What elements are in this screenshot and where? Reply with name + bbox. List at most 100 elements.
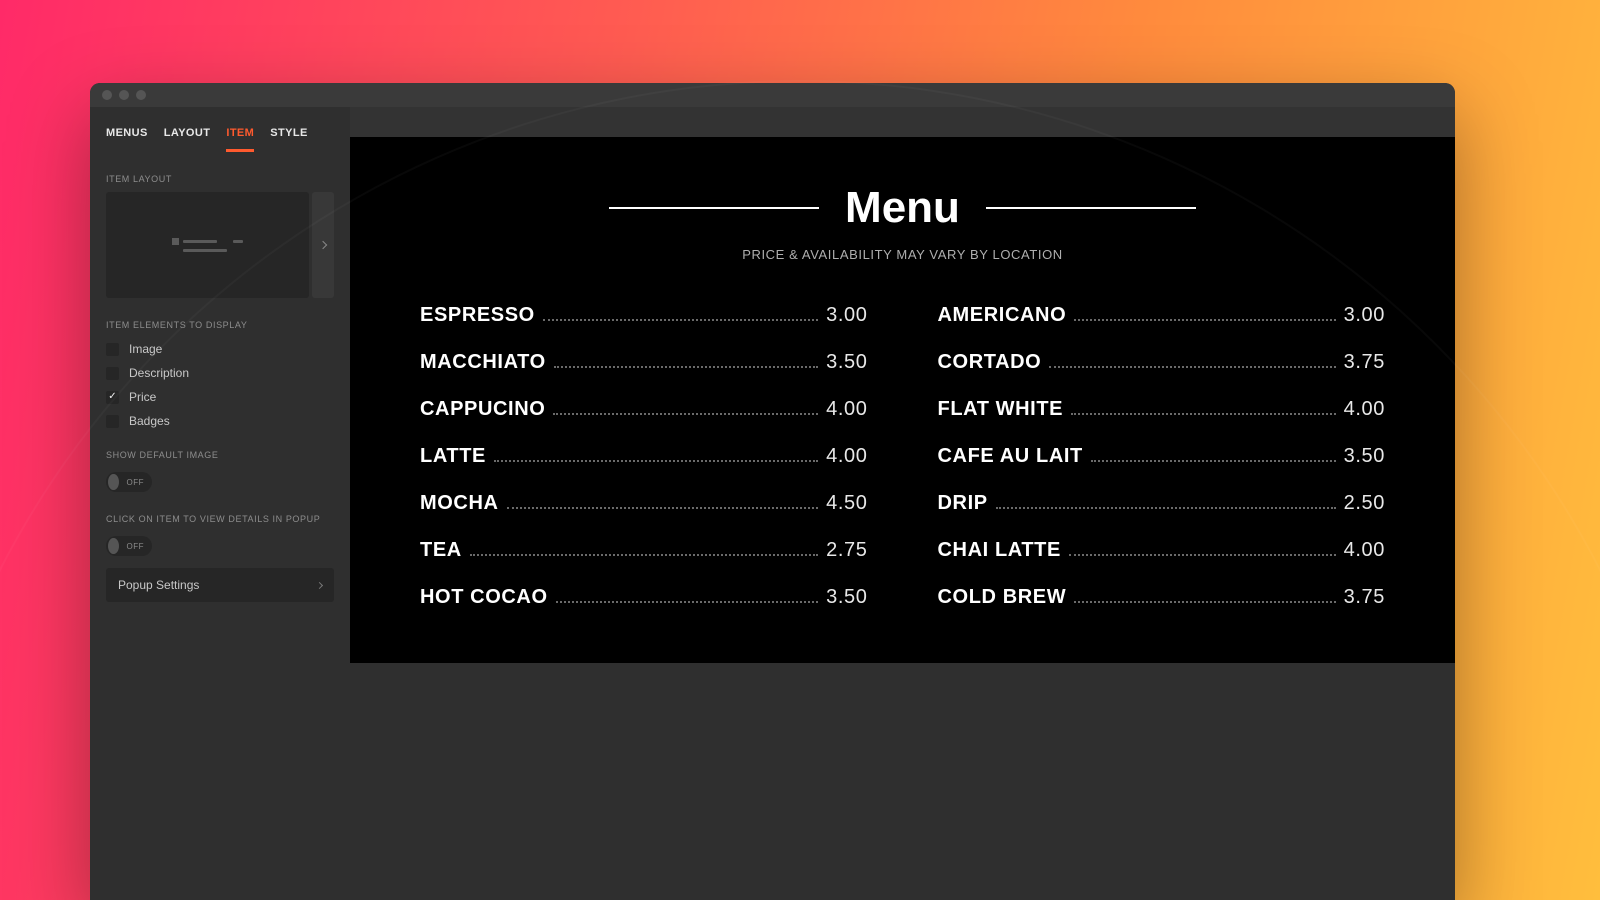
chevron-right-icon bbox=[319, 241, 327, 249]
tab-item[interactable]: ITEM bbox=[226, 127, 254, 152]
traffic-light-zoom[interactable] bbox=[136, 90, 146, 100]
menu-item-price: 4.00 bbox=[826, 445, 867, 468]
menu-item-price: 3.00 bbox=[826, 304, 867, 327]
tab-style[interactable]: STYLE bbox=[270, 127, 307, 152]
window-titlebar bbox=[90, 83, 1455, 107]
menu-item-name: HOT COCAO bbox=[420, 586, 548, 609]
menu-item[interactable]: MACCHIATO3.50 bbox=[420, 351, 868, 374]
menu-item[interactable]: HOT COCAO3.50 bbox=[420, 586, 868, 609]
preview-toolbar bbox=[350, 107, 1455, 137]
menu-item-dots bbox=[543, 319, 818, 321]
menu-item[interactable]: ESPRESSO 3.00 bbox=[420, 304, 868, 327]
menu-item[interactable]: FLAT WHITE 4.00 bbox=[938, 398, 1386, 421]
menu-item-dots bbox=[556, 601, 819, 603]
menu-item[interactable]: CORTADO 3.75 bbox=[938, 351, 1386, 374]
toggle-state-label: OFF bbox=[127, 478, 145, 487]
item-layout-picker bbox=[90, 192, 350, 298]
item-layout-option[interactable] bbox=[106, 192, 309, 298]
window-body: MENUS LAYOUT ITEM STYLE ITEM LAYOUT bbox=[90, 107, 1455, 900]
title-rule-left bbox=[609, 207, 819, 209]
menu-item-price: 3.75 bbox=[1344, 586, 1385, 609]
menu-item-price: 3.00 bbox=[1344, 304, 1385, 327]
checkbox-label: Price bbox=[129, 390, 156, 404]
section-label-default-image: SHOW DEFAULT IMAGE bbox=[90, 428, 350, 468]
checkbox-box-checked: ✓ bbox=[106, 391, 119, 404]
chevron-right-icon bbox=[316, 581, 323, 588]
popup-settings-label: Popup Settings bbox=[118, 578, 199, 592]
toggle-state-label: OFF bbox=[127, 542, 145, 551]
layout-thumbnail bbox=[172, 238, 244, 252]
menu-item-name: CAFE AU LAIT bbox=[938, 445, 1083, 468]
tab-layout[interactable]: LAYOUT bbox=[164, 127, 211, 152]
menu-item[interactable]: CAFE AU LAIT 3.50 bbox=[938, 445, 1386, 468]
tab-menus[interactable]: MENUS bbox=[106, 127, 148, 152]
menu-item-name: MOCHA bbox=[420, 492, 499, 515]
menu-item[interactable]: LATTE 4.00 bbox=[420, 445, 868, 468]
menu-columns: ESPRESSO3.00MACCHIATO3.50CAPPUCINO4.00LA… bbox=[410, 304, 1395, 609]
traffic-light-close[interactable] bbox=[102, 90, 112, 100]
menu-item[interactable]: CHAI LATTE4.00 bbox=[938, 539, 1386, 562]
menu-item[interactable]: AMERICANO 3.00 bbox=[938, 304, 1386, 327]
menu-item[interactable]: MOCHA 4.50 bbox=[420, 492, 868, 515]
checkbox-price[interactable]: ✓ Price bbox=[106, 390, 334, 404]
toggle-popup[interactable]: OFF bbox=[106, 536, 152, 556]
traffic-light-minimize[interactable] bbox=[119, 90, 129, 100]
menu-item-price: 4.00 bbox=[826, 398, 867, 421]
element-checkboxes: Image Description ✓ Price Badges bbox=[90, 338, 350, 428]
menu-column-right: AMERICANO 3.00 CORTADO 3.75 FLAT WHITE 4.00 CA… bbox=[938, 304, 1386, 609]
section-label-item-layout: ITEM LAYOUT bbox=[90, 152, 350, 192]
checkbox-label: Description bbox=[129, 366, 189, 380]
popup-settings-row[interactable]: Popup Settings bbox=[106, 568, 334, 602]
menu-item-name: CORTADO bbox=[938, 351, 1042, 374]
menu-item-dots bbox=[1069, 554, 1336, 556]
menu-item-name: LATTE bbox=[420, 445, 486, 468]
menu-item-name: FLAT WHITE bbox=[938, 398, 1064, 421]
menu-column-left: ESPRESSO3.00MACCHIATO3.50CAPPUCINO4.00LA… bbox=[420, 304, 868, 609]
checkbox-description[interactable]: Description bbox=[106, 366, 334, 380]
menu-item[interactable]: CAPPUCINO 4.00 bbox=[420, 398, 868, 421]
settings-sidebar: MENUS LAYOUT ITEM STYLE ITEM LAYOUT bbox=[90, 107, 350, 900]
menu-item-dots bbox=[996, 507, 1336, 509]
menu-item-dots bbox=[494, 460, 818, 462]
preview-spacer bbox=[350, 663, 1455, 900]
menu-subtitle: PRICE & AVAILABILITY MAY VARY BY LOCATIO… bbox=[410, 247, 1395, 262]
menu-item[interactable]: DRIP2.50 bbox=[938, 492, 1386, 515]
menu-item-name: AMERICANO bbox=[938, 304, 1067, 327]
menu-item-price: 2.75 bbox=[826, 539, 867, 562]
menu-item-price: 3.75 bbox=[1344, 351, 1385, 374]
menu-item-price: 4.50 bbox=[826, 492, 867, 515]
menu-preview: Menu PRICE & AVAILABILITY MAY VARY BY LO… bbox=[350, 137, 1455, 663]
menu-item-dots bbox=[470, 554, 818, 556]
menu-item-dots bbox=[1071, 413, 1336, 415]
menu-item-name: TEA bbox=[420, 539, 462, 562]
preview-pane: Menu PRICE & AVAILABILITY MAY VARY BY LO… bbox=[350, 107, 1455, 900]
checkbox-image[interactable]: Image bbox=[106, 342, 334, 356]
menu-item[interactable]: TEA 2.75 bbox=[420, 539, 868, 562]
menu-item[interactable]: COLD BREW 3.75 bbox=[938, 586, 1386, 609]
menu-item-price: 2.50 bbox=[1344, 492, 1385, 515]
menu-item-name: MACCHIATO bbox=[420, 351, 546, 374]
app-window: MENUS LAYOUT ITEM STYLE ITEM LAYOUT bbox=[90, 83, 1455, 900]
menu-title-row: Menu bbox=[410, 183, 1395, 233]
checkbox-badges[interactable]: Badges bbox=[106, 414, 334, 428]
menu-item-price: 4.00 bbox=[1344, 539, 1385, 562]
section-label-elements: ITEM ELEMENTS TO DISPLAY bbox=[90, 298, 350, 338]
menu-item-name: ESPRESSO bbox=[420, 304, 535, 327]
toggle-knob bbox=[108, 538, 119, 554]
checkbox-box bbox=[106, 367, 119, 380]
menu-item-price: 3.50 bbox=[1344, 445, 1385, 468]
toggle-default-image[interactable]: OFF bbox=[106, 472, 152, 492]
item-layout-next[interactable] bbox=[312, 192, 334, 298]
menu-item-name: COLD BREW bbox=[938, 586, 1067, 609]
checkbox-label: Badges bbox=[129, 414, 170, 428]
menu-item-dots bbox=[1074, 601, 1335, 603]
checkbox-box bbox=[106, 343, 119, 356]
menu-item-price: 4.00 bbox=[1344, 398, 1385, 421]
checkbox-label: Image bbox=[129, 342, 162, 356]
menu-item-name: CAPPUCINO bbox=[420, 398, 545, 421]
menu-title: Menu bbox=[845, 183, 960, 233]
sidebar-tabs: MENUS LAYOUT ITEM STYLE bbox=[90, 107, 350, 152]
title-rule-right bbox=[986, 207, 1196, 209]
menu-item-dots bbox=[507, 507, 819, 509]
menu-item-dots bbox=[554, 366, 818, 368]
